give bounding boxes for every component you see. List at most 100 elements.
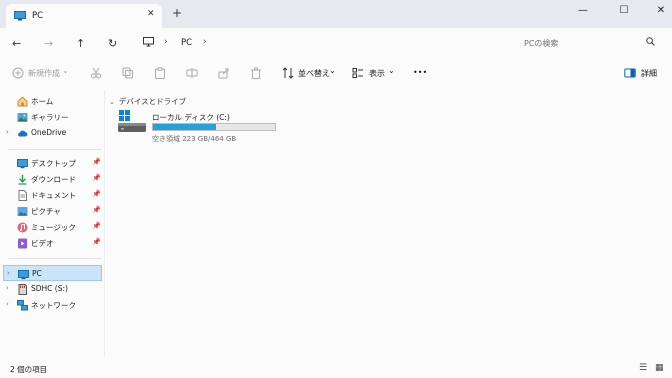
group-header-devices[interactable]: ⌄ デバイスとドライブ <box>109 96 186 107</box>
delete-icon[interactable] <box>250 67 262 79</box>
details-view-button[interactable]: ☰ <box>639 363 647 373</box>
search-placeholder: PCの検索 <box>524 39 559 48</box>
minimize-button[interactable]: — <box>573 5 593 16</box>
collapse-chevron-icon[interactable]: ⌄ <box>109 98 115 106</box>
status-bar: 2 個の項目 ☰ ▦ <box>0 356 672 378</box>
sd-card-icon <box>17 284 28 295</box>
desktop-icon <box>17 158 28 169</box>
pin-icon[interactable]: 📌 <box>92 206 101 214</box>
pc-icon <box>18 269 29 280</box>
forward-button[interactable]: → <box>44 37 53 50</box>
tab-close-icon[interactable]: ✕ <box>147 9 155 19</box>
details-pane-icon <box>624 67 636 79</box>
expand-chevron-icon[interactable]: › <box>6 284 9 292</box>
pin-icon[interactable]: 📌 <box>92 174 101 182</box>
view-button[interactable]: 表示 <box>369 68 385 79</box>
drive-icon <box>117 110 147 138</box>
content-pane: ⌄ デバイスとドライブ ローカル ディスク (C:) 空き領域 223 GB/46… <box>105 90 672 356</box>
drive-usage-fill <box>153 124 217 130</box>
sidebar-item-pictures[interactable]: ピクチャ 📌 <box>0 203 104 219</box>
new-tab-button[interactable]: + <box>172 7 182 19</box>
gallery-icon <box>17 112 28 123</box>
sidebar-item-label: SDHC (S:) <box>31 284 68 293</box>
back-button[interactable]: ← <box>12 37 21 50</box>
share-icon[interactable] <box>218 67 230 79</box>
sort-button[interactable]: 並べ替え <box>298 68 330 79</box>
sidebar-item-label: ギャラリー <box>31 113 69 122</box>
pc-icon <box>14 11 26 23</box>
drive-free-space: 空き領域 223 GB/464 GB <box>152 135 237 143</box>
up-button[interactable]: ↑ <box>76 37 85 50</box>
title-bar: PC ✕ + — ☐ ✕ <box>0 0 672 28</box>
drive-item-c[interactable]: ローカル ディスク (C:) 空き領域 223 GB/464 GB <box>117 110 297 150</box>
drive-usage-bar <box>152 123 276 131</box>
sidebar-item-sdhc[interactable]: › SDHC (S:) <box>0 281 104 297</box>
sidebar-item-label: OneDrive <box>31 128 67 137</box>
new-dropdown-chevron[interactable]: ⌄ <box>62 66 69 75</box>
tiles-view-button[interactable]: ▦ <box>655 363 664 373</box>
pin-icon[interactable]: 📌 <box>92 158 101 166</box>
video-icon <box>17 238 28 249</box>
pictures-icon <box>17 206 28 217</box>
sidebar-item-downloads[interactable]: ダウンロード 📌 <box>0 171 104 187</box>
onedrive-cloud-icon <box>17 128 28 139</box>
expand-chevron-icon[interactable]: › <box>7 269 10 277</box>
group-title: デバイスとドライブ <box>118 97 187 106</box>
navigation-pane: ホーム ギャラリー › OneDrive デスクトップ 📌 ダウンロード 📌 ド… <box>0 90 104 356</box>
sidebar-item-network[interactable]: › ネットワーク <box>0 297 104 313</box>
sidebar-item-label: ミュージック <box>31 223 76 232</box>
paste-icon[interactable] <box>154 67 166 79</box>
download-icon <box>17 174 28 185</box>
pin-icon[interactable]: 📌 <box>92 190 101 198</box>
expand-chevron-icon[interactable]: › <box>6 128 9 136</box>
sidebar-item-videos[interactable]: ビデオ 📌 <box>0 235 104 251</box>
refresh-button[interactable]: ↻ <box>108 37 117 50</box>
sidebar-item-onedrive[interactable]: › OneDrive <box>0 125 104 141</box>
sidebar-item-pc[interactable]: › PC <box>3 265 102 281</box>
view-dropdown-chevron[interactable]: ⌄ <box>388 66 395 75</box>
view-icon <box>352 67 364 79</box>
sidebar-item-desktop[interactable]: デスクトップ 📌 <box>0 155 104 171</box>
sidebar-item-label: ビデオ <box>31 239 54 248</box>
tab-title: PC <box>32 11 44 21</box>
cut-icon[interactable] <box>90 67 102 79</box>
pin-icon[interactable]: 📌 <box>92 222 101 230</box>
breadcrumb-pc[interactable]: PC <box>181 38 192 48</box>
search-icon[interactable] <box>646 37 655 48</box>
sidebar-item-label: ダウンロード <box>31 175 76 184</box>
network-icon <box>17 300 28 311</box>
sidebar-item-label: ネットワーク <box>31 301 76 310</box>
item-count: 2 個の項目 <box>10 365 48 374</box>
address-bar[interactable]: › PC › <box>137 32 500 54</box>
file-explorer-window: PC ✕ + — ☐ ✕ ← → ↑ ↻ › PC › PCの検索 新規作成 ⌄… <box>0 0 672 378</box>
copy-icon[interactable] <box>122 67 134 79</box>
tab-pc[interactable]: PC ✕ <box>6 4 162 28</box>
sort-dropdown-chevron[interactable]: ⌄ <box>329 66 336 75</box>
new-icon <box>12 67 24 79</box>
sidebar-item-label: PC <box>32 269 42 278</box>
sidebar-item-label: デスクトップ <box>31 159 76 168</box>
sort-icon <box>282 67 294 79</box>
monitor-icon <box>143 37 154 49</box>
document-icon <box>17 190 28 201</box>
home-icon <box>17 96 28 107</box>
details-button[interactable]: 詳細 <box>641 68 657 79</box>
sidebar-item-label: ピクチャ <box>31 207 61 216</box>
breadcrumb-separator[interactable]: › <box>203 37 207 47</box>
sidebar-item-home[interactable]: ホーム <box>0 93 104 109</box>
sidebar-item-documents[interactable]: ドキュメント 📌 <box>0 187 104 203</box>
maximize-button[interactable]: ☐ <box>614 5 634 16</box>
search-box[interactable]: PCの検索 <box>506 32 662 54</box>
more-options-button[interactable]: ••• <box>413 68 427 77</box>
new-button[interactable]: 新規作成 <box>28 68 60 79</box>
sidebar-item-label: ドキュメント <box>31 191 76 200</box>
sidebar-item-label: ホーム <box>31 97 54 106</box>
expand-chevron-icon[interactable]: › <box>6 300 9 308</box>
pin-icon[interactable]: 📌 <box>92 238 101 246</box>
rename-icon[interactable] <box>186 67 198 79</box>
breadcrumb-separator[interactable]: › <box>164 37 168 47</box>
address-toolbar: ← → ↑ ↻ › PC › PCの検索 <box>0 28 672 58</box>
sidebar-item-music[interactable]: ミュージック 📌 <box>0 219 104 235</box>
close-button[interactable]: ✕ <box>651 5 671 16</box>
sidebar-item-gallery[interactable]: ギャラリー <box>0 109 104 125</box>
